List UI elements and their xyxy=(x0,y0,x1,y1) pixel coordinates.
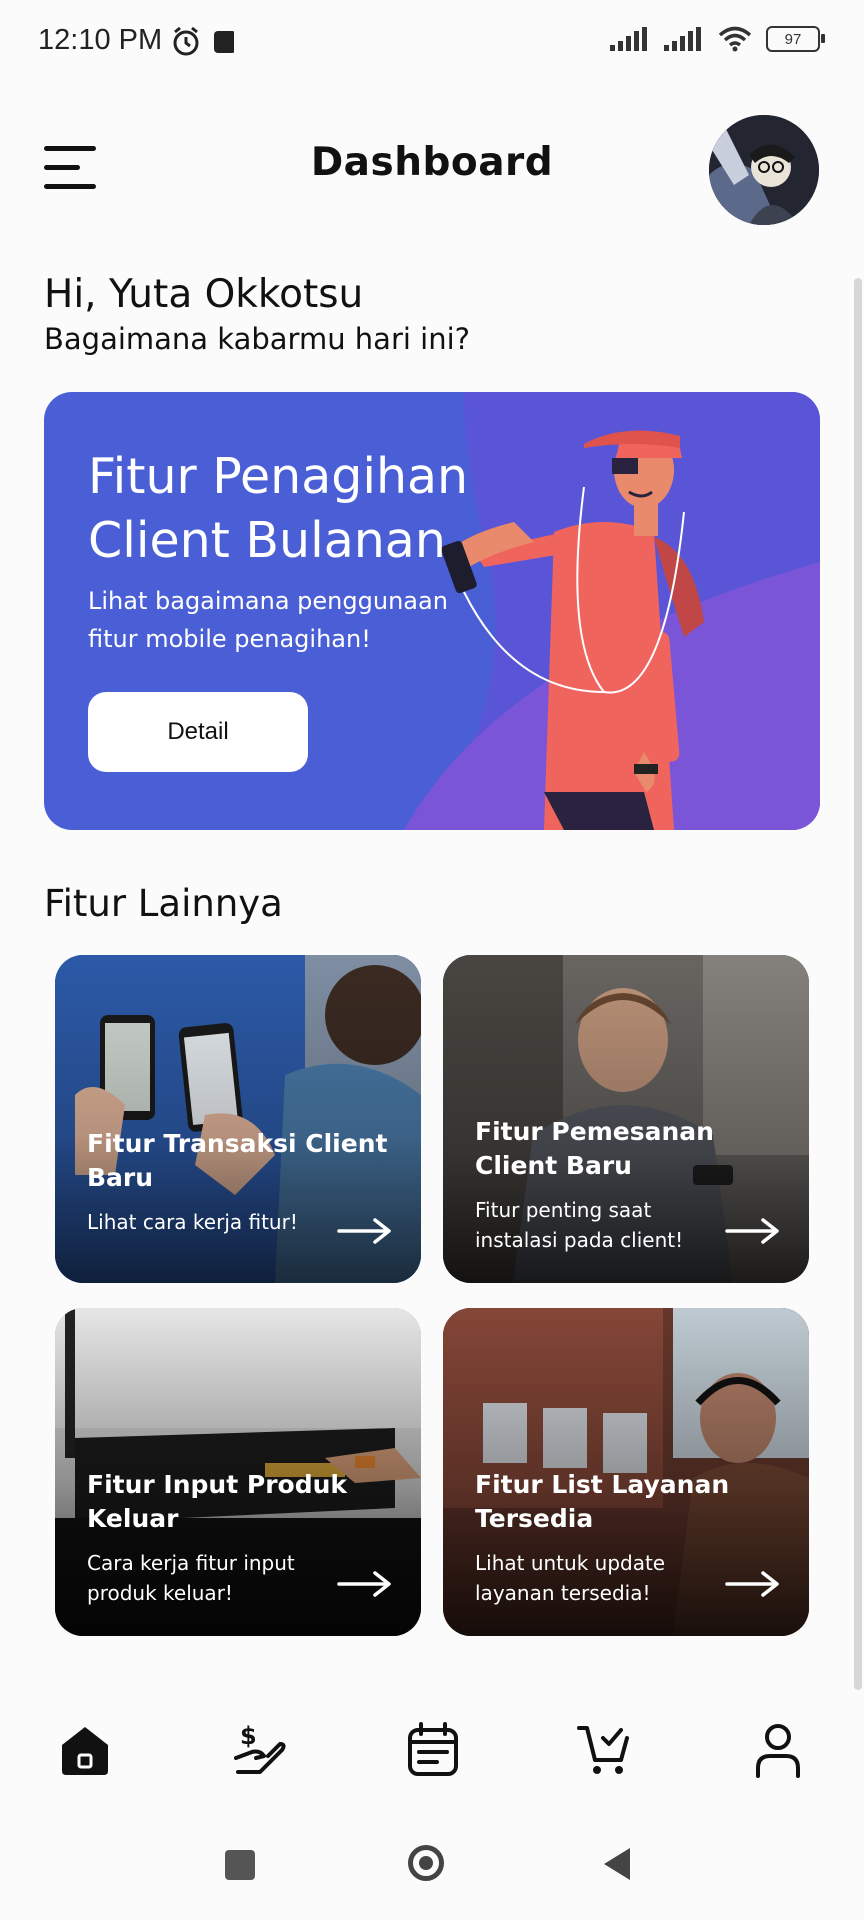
home-circle-icon[interactable] xyxy=(408,1845,444,1881)
feature-card-list-layanan[interactable]: Fitur List Layanan Tersedia Lihat untuk … xyxy=(443,1308,809,1636)
status-time: 12:10 PM xyxy=(38,24,163,56)
card-title: Fitur Input Produk Keluar xyxy=(87,1470,348,1533)
card-subtitle: Lihat untuk update layanan tersedia! xyxy=(475,1551,666,1605)
detail-button[interactable]: Detail xyxy=(88,692,308,772)
home-icon[interactable] xyxy=(50,1715,120,1785)
svg-text:$: $ xyxy=(240,1722,257,1750)
arrow-right-icon xyxy=(725,1218,779,1244)
card-title: Fitur Pemesanan Client Baru xyxy=(475,1117,714,1180)
greeting-name: Hi, Yuta Okkotsu xyxy=(44,272,364,317)
back-icon[interactable] xyxy=(600,1846,632,1882)
greeting-subtitle: Bagaimana kabarmu hari ini? xyxy=(44,322,471,356)
battery-level: 97 xyxy=(784,30,802,48)
avatar[interactable] xyxy=(709,115,819,225)
card-title: Fitur List Layanan Tersedia xyxy=(475,1470,730,1533)
arrow-right-icon xyxy=(337,1218,391,1244)
system-nav xyxy=(0,1830,864,1900)
promo-banner: Fitur Penagihan Client Bulanan Lihat bag… xyxy=(44,392,820,830)
payment-hand-icon[interactable]: $ xyxy=(225,1715,295,1785)
battery-icon: 97 xyxy=(766,26,825,52)
user-icon[interactable] xyxy=(743,1715,813,1785)
feature-card-transaksi[interactable]: Fitur Transaksi Client Baru Lihat cara k… xyxy=(55,955,421,1283)
card-title: Fitur Transaksi Client Baru xyxy=(87,1129,388,1192)
alarm-and-notification-icons xyxy=(173,26,234,56)
card-subtitle: Cara kerja fitur input produk keluar! xyxy=(87,1551,295,1605)
calendar-list-icon[interactable] xyxy=(398,1715,468,1785)
feature-card-pemesanan[interactable]: Fitur Pemesanan Client Baru Fitur pentin… xyxy=(443,955,809,1283)
recents-icon[interactable] xyxy=(225,1850,255,1880)
signal-icon xyxy=(610,27,647,51)
status-icons: 97 xyxy=(610,26,825,52)
signal-icon xyxy=(664,27,701,51)
card-subtitle: Lihat cara kerja fitur! xyxy=(87,1210,298,1234)
notification-square-icon xyxy=(214,31,234,53)
arrow-right-icon xyxy=(725,1571,779,1597)
alarm-icon xyxy=(173,26,199,56)
cart-check-icon[interactable] xyxy=(570,1715,640,1785)
wifi-icon xyxy=(718,26,752,52)
banner-subtitle: Lihat bagaimana penggunaan fitur mobile … xyxy=(88,587,448,653)
bottom-nav: $ xyxy=(0,1715,864,1805)
scrollbar[interactable] xyxy=(854,278,862,1690)
feature-card-input-produk[interactable]: Fitur Input Produk Keluar Cara kerja fit… xyxy=(55,1308,421,1636)
section-title: Fitur Lainnya xyxy=(44,882,283,925)
banner-title: Fitur Penagihan Client Bulanan xyxy=(88,448,469,569)
arrow-right-icon xyxy=(337,1571,391,1597)
card-subtitle: Fitur penting saat instalasi pada client… xyxy=(475,1198,684,1252)
